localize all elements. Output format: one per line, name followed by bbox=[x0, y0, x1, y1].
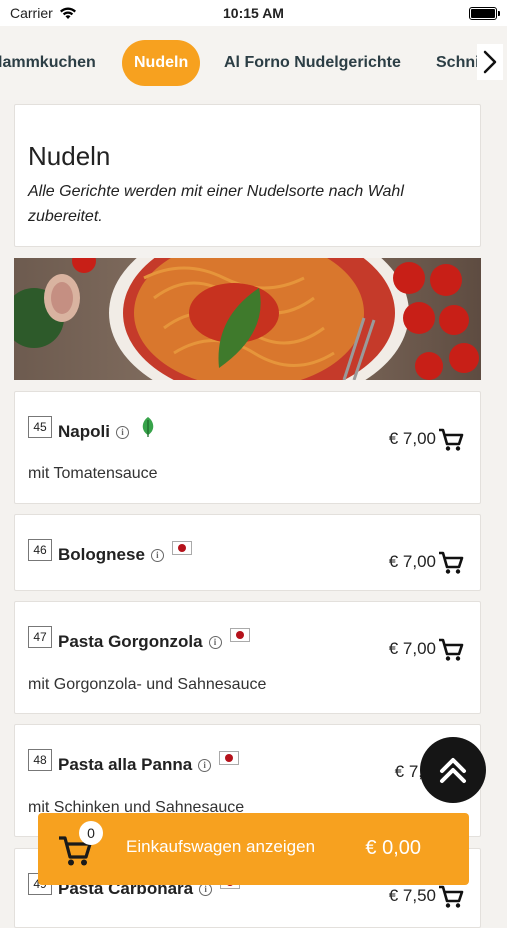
add-to-cart-icon[interactable] bbox=[438, 885, 464, 909]
view-cart-button[interactable]: 0 Einkaufswagen anzeigen € 0,00 bbox=[38, 813, 469, 885]
item-price: € 7,00 bbox=[388, 429, 436, 448]
double-chevron-up-icon bbox=[440, 758, 466, 783]
wifi-icon bbox=[59, 7, 76, 19]
item-description: mit Gorgonzola- und Sahnesauce bbox=[28, 676, 267, 693]
flag-icon bbox=[229, 628, 250, 642]
cart-label: Einkaufswagen anzeigen bbox=[126, 837, 316, 856]
status-left: Carrier bbox=[10, 5, 77, 21]
item-name-row: Pasta Gorgonzola i bbox=[58, 628, 250, 652]
item-description: mit Tomatensauce bbox=[28, 465, 158, 482]
add-to-cart-icon[interactable] bbox=[438, 428, 464, 452]
section-subtitle: Alle Gerichte werden mit einer Nudelsort… bbox=[28, 183, 404, 225]
add-to-cart-icon[interactable] bbox=[438, 638, 464, 662]
info-icon[interactable]: i bbox=[208, 636, 222, 650]
menu-item-pasta-gorgonzola[interactable]: 47 Pasta Gorgonzola i mit Gorgonzola- und… bbox=[14, 601, 481, 714]
item-name-row: Napoli i bbox=[58, 417, 156, 442]
item-name-row: Bolognese i bbox=[58, 541, 192, 565]
tab-al-forno[interactable]: Al Forno Nudelgerichte bbox=[224, 40, 401, 86]
item-price: € 7, bbox=[394, 762, 423, 781]
cart-total: € 0,00 bbox=[365, 837, 421, 859]
item-price: € 7,00 bbox=[388, 552, 436, 571]
item-number: 48 bbox=[28, 749, 52, 771]
info-icon[interactable]: i bbox=[115, 426, 129, 440]
cart-count-badge: 0 bbox=[79, 821, 103, 845]
item-number: 47 bbox=[28, 626, 52, 648]
item-name: Pasta alla Panna bbox=[58, 755, 193, 774]
info-icon[interactable]: i bbox=[150, 549, 164, 563]
category-scroll-right-button[interactable] bbox=[477, 44, 503, 80]
item-price: € 7,50 bbox=[388, 886, 436, 905]
scroll-to-top-button[interactable] bbox=[420, 737, 486, 803]
tab-nudeln[interactable]: Nudeln bbox=[122, 40, 201, 86]
item-price: € 7,00 bbox=[388, 639, 436, 658]
item-name-row: Pasta alla Panna i bbox=[58, 751, 240, 775]
pasta-hero-image bbox=[14, 258, 481, 380]
carrier-label: Carrier bbox=[10, 5, 53, 21]
flag-icon bbox=[171, 541, 192, 555]
menu-item-bolognese[interactable]: 46 Bolognese i € 7,00 bbox=[14, 514, 481, 591]
tab-flammkuchen[interactable]: lammkuchen bbox=[0, 40, 96, 86]
flag-icon bbox=[219, 751, 240, 765]
menu-item-napoli[interactable]: 45 Napoli i mit Tomatensauce € 7,00 bbox=[14, 391, 481, 504]
add-to-cart-icon[interactable] bbox=[438, 551, 464, 575]
item-number: 45 bbox=[28, 416, 52, 438]
tab-schnitzel[interactable]: Schni bbox=[436, 40, 480, 86]
info-icon[interactable]: i bbox=[198, 759, 212, 773]
item-number: 46 bbox=[28, 539, 52, 561]
leaf-icon bbox=[142, 417, 153, 437]
status-bar: Carrier 10:15 AM bbox=[0, 0, 507, 26]
item-name: Pasta Gorgonzola bbox=[58, 632, 203, 651]
chevron-right-icon bbox=[483, 50, 497, 74]
item-name: Bolognese bbox=[58, 545, 145, 564]
battery-icon bbox=[469, 6, 500, 20]
item-name: Napoli bbox=[58, 422, 110, 441]
section-header-card: Nudeln Alle Gerichte werden mit einer Nu… bbox=[14, 104, 481, 247]
category-tab-bar: lammkuchen Nudeln Al Forno Nudelgerichte… bbox=[0, 26, 507, 100]
section-title: Nudeln bbox=[28, 141, 111, 171]
